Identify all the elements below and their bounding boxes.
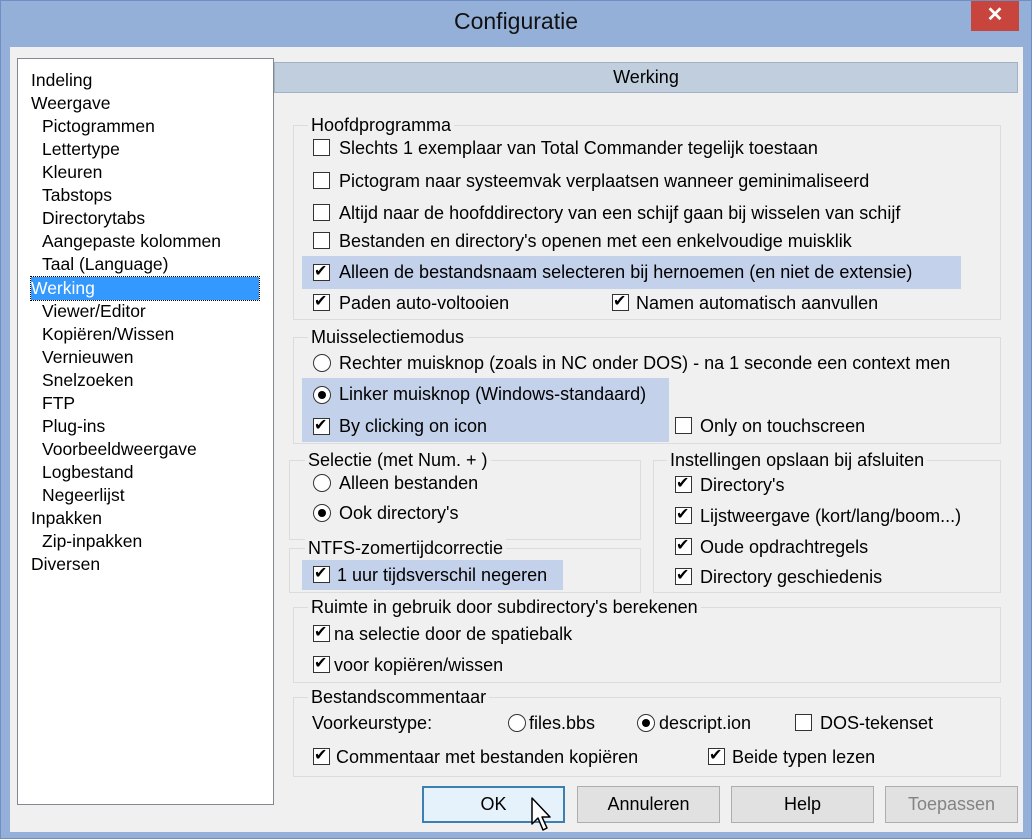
tree-item-pictogrammen[interactable]: Pictogrammen: [42, 115, 155, 138]
group-selectie-title: Selectie (met Num. + ): [305, 450, 491, 470]
option-label: Rechter muisknop (zoals in NC onder DOS)…: [339, 353, 951, 373]
checkbox[interactable]: [313, 291, 330, 313]
tree-item-weergave[interactable]: Weergave: [31, 92, 110, 115]
radio-button[interactable]: [508, 714, 526, 732]
tree-item-werking[interactable]: Werking: [30, 276, 260, 301]
option-label: Beide typen lezen: [732, 747, 876, 767]
checkbox[interactable]: [675, 504, 692, 526]
title-bar[interactable]: Configuratie ✕: [1, 1, 1031, 45]
group-ruimte-title: Ruimte in gebruik door subdirectory's be…: [308, 597, 701, 617]
tree-item-directorytabs[interactable]: Directorytabs: [42, 207, 145, 230]
tree-item-negeerlijst[interactable]: Negeerlijst: [42, 484, 125, 507]
help-button[interactable]: Help: [731, 786, 874, 823]
group-bestandscommentaar-title: Bestandscommentaar: [308, 687, 490, 707]
tree-item-ftp[interactable]: FTP: [42, 392, 75, 415]
checkbox[interactable]: [313, 261, 330, 283]
close-button[interactable]: ✕: [971, 1, 1019, 31]
radio-button[interactable]: [313, 386, 331, 404]
tree-item-kopieren-wissen[interactable]: Kopiëren/Wissen: [42, 323, 174, 346]
tree-item-indeling[interactable]: Indeling: [31, 69, 92, 92]
option-label: Paden auto-voltooien: [339, 293, 510, 313]
tree-item-diversen[interactable]: Diversen: [31, 553, 100, 576]
group-ntfs-title: NTFS-zomertijdcorrectie: [305, 538, 507, 558]
apply-button[interactable]: Toepassen: [885, 786, 1018, 823]
tree-item-vernieuwen[interactable]: Vernieuwen: [42, 346, 133, 369]
option-label: DOS-tekenset: [820, 713, 934, 733]
mouse-pointer-icon: [531, 797, 551, 831]
checkbox[interactable]: [313, 139, 330, 156]
option-label: files.bbs: [529, 713, 596, 733]
tree-item-kleuren[interactable]: Kleuren: [42, 161, 102, 184]
option-label: Slechts 1 exemplaar van Total Commander …: [339, 138, 818, 158]
option-label: By clicking on icon: [339, 416, 488, 436]
checkbox[interactable]: [313, 745, 330, 767]
checkbox[interactable]: [313, 653, 330, 675]
option-label: Directory's: [700, 475, 785, 495]
group-instellingen-title: Instellingen opslaan bij afsluiten: [667, 450, 928, 470]
option-uur-tijdsverschil[interactable]: 1 uur tijdsverschil negeren: [302, 560, 563, 590]
group-muisselectiemodus-title: Muisselectiemodus: [308, 327, 468, 347]
checkbox[interactable]: [313, 232, 330, 249]
option-label: na selectie door de spatiebalk: [334, 624, 573, 644]
option-label: 1 uur tijdsverschil negeren: [337, 565, 548, 585]
tree-item-taal[interactable]: Taal (Language): [42, 253, 168, 276]
tree-item-lettertype[interactable]: Lettertype: [42, 138, 120, 161]
radio-button[interactable]: [313, 354, 331, 372]
option-label: Bestanden en directory's openen met een …: [339, 231, 852, 251]
cancel-button[interactable]: Annuleren: [577, 786, 720, 823]
option-label: descript.ion: [659, 713, 752, 733]
checkbox[interactable]: [313, 415, 330, 437]
option-label: Linker muisknop (Windows-standaard): [339, 384, 647, 404]
radio-button[interactable]: [313, 474, 331, 492]
panel-header: Werking: [274, 62, 1018, 93]
tree-item-inpakken[interactable]: Inpakken: [31, 507, 102, 530]
option-linker-muisknop[interactable]: Linker muisknop (Windows-standaard): [302, 378, 669, 411]
tree-item-aangepaste-kolommen[interactable]: Aangepaste kolommen: [42, 230, 221, 253]
option-label: Lijstweergave (kort/lang/boom...): [700, 506, 962, 526]
checkbox[interactable]: [708, 745, 725, 767]
option-label: Oude opdrachtregels: [700, 537, 869, 557]
checkbox[interactable]: [795, 714, 812, 731]
option-label: Directory geschiedenis: [700, 567, 883, 587]
checkbox[interactable]: [675, 417, 692, 434]
option-label: Only on touchscreen: [700, 416, 866, 436]
option-label: Ook directory's: [339, 503, 459, 523]
option-label: Altijd naar de hoofddirectory van een sc…: [339, 203, 901, 223]
tree-item-plug-ins[interactable]: Plug-ins: [42, 415, 105, 438]
option-label: Alleen de bestandsnaam selecteren bij he…: [339, 262, 913, 282]
settings-tree[interactable]: Indeling Weergave Pictogrammen Lettertyp…: [17, 58, 274, 805]
option-label: voor kopiëren/wissen: [334, 655, 504, 675]
option-label: Namen automatisch aanvullen: [636, 293, 879, 313]
radio-button[interactable]: [637, 714, 655, 732]
checkbox[interactable]: [675, 535, 692, 557]
checkbox[interactable]: [313, 622, 330, 644]
tree-item-tabstops[interactable]: Tabstops: [42, 184, 112, 207]
tree-item-voorbeeldweergave[interactable]: Voorbeeldweergave: [42, 438, 197, 461]
tree-item-zip-inpakken[interactable]: Zip-inpakken: [42, 530, 142, 553]
tree-item-snelzoeken[interactable]: Snelzoeken: [42, 369, 133, 392]
voorkeurstype-label: Voorkeurstype:: [312, 713, 433, 733]
tree-item-viewer-editor[interactable]: Viewer/Editor: [42, 300, 146, 323]
checkbox[interactable]: [612, 291, 629, 313]
group-hoofdprogramma-title: Hoofdprogramma: [308, 115, 455, 135]
checkbox[interactable]: [313, 172, 330, 189]
radio-button[interactable]: [313, 504, 331, 522]
option-label: Commentaar met bestanden kopiëren: [336, 747, 639, 767]
option-select-name-only[interactable]: Alleen de bestandsnaam selecteren bij he…: [302, 256, 961, 289]
option-label: Alleen bestanden: [339, 473, 479, 493]
checkbox[interactable]: [313, 563, 330, 585]
option-label: Pictogram naar systeemvak verplaatsen wa…: [339, 171, 870, 191]
checkbox[interactable]: [675, 473, 692, 495]
tree-item-logbestand[interactable]: Logbestand: [42, 461, 133, 484]
option-by-clicking-on-icon[interactable]: By clicking on icon: [302, 411, 669, 442]
close-icon: ✕: [986, 4, 1004, 26]
window-title: Configuratie: [453, 8, 579, 34]
checkbox[interactable]: [313, 204, 330, 221]
checkbox[interactable]: [675, 565, 692, 587]
